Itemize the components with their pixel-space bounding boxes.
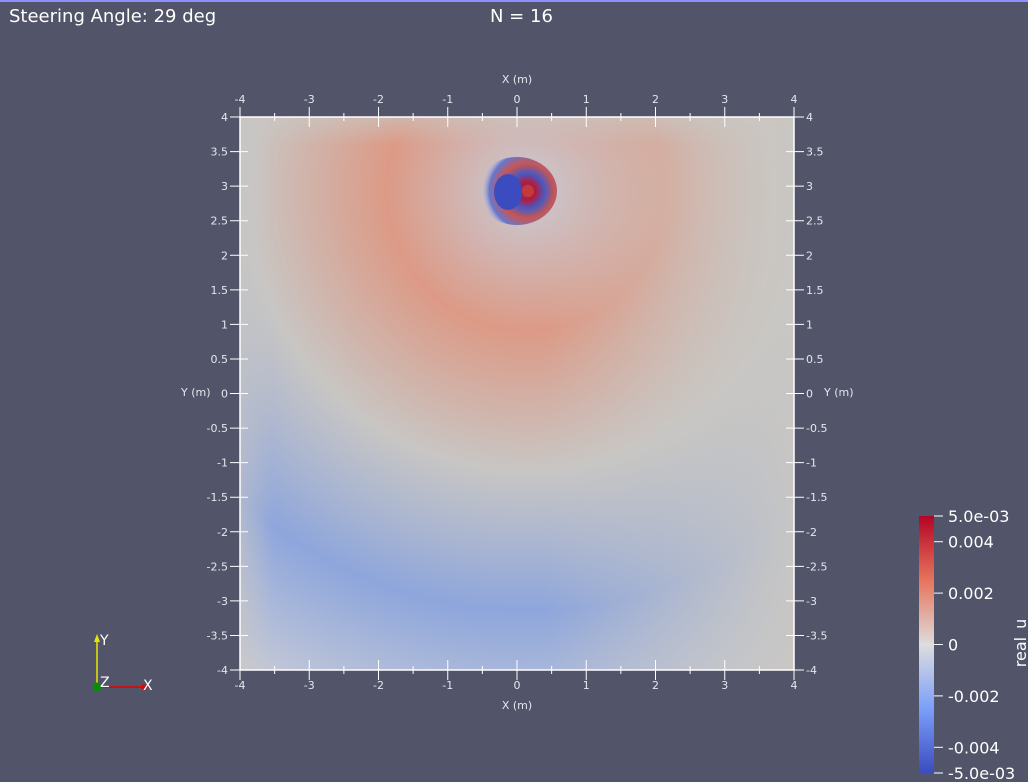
y-tick-label-right: 3 xyxy=(806,180,813,193)
y-tick-label-right: 4 xyxy=(806,111,813,124)
y-tick-label-right: -3.5 xyxy=(806,629,827,642)
x-tick-label-bottom: -1 xyxy=(442,679,453,692)
colorbar-ticks xyxy=(934,515,943,774)
triad-y-label: Y xyxy=(99,633,109,649)
x-tick-label-bottom: -3 xyxy=(304,679,315,692)
y-tick-label-left: 2 xyxy=(221,249,228,262)
x-tick-label-top: -4 xyxy=(235,93,246,106)
y-tick-label-right: -1.5 xyxy=(806,491,827,504)
y-tick-label-left: 2.5 xyxy=(211,215,229,228)
y-tick-label-left: 1 xyxy=(221,318,228,331)
x-tick-label-top: 2 xyxy=(652,93,659,106)
y-tick-label-right: 2.5 xyxy=(806,215,824,228)
x-axis-title-top: X (m) xyxy=(502,73,532,86)
x-tick-label-bottom: -2 xyxy=(373,679,384,692)
y-tick-label-right: -1 xyxy=(806,457,817,470)
y-tick-label-left: -2.5 xyxy=(207,560,228,573)
y-tick-label-right: -2.5 xyxy=(806,560,827,573)
x-tick-label-bottom: 4 xyxy=(791,679,798,692)
x-tick-label-top: -2 xyxy=(373,93,384,106)
x-tick-label-top: -1 xyxy=(442,93,453,106)
y-tick-label-left: -2 xyxy=(217,526,228,539)
colorbar-label: 0.004 xyxy=(948,533,994,552)
colorbar-label: -0.004 xyxy=(948,738,1000,757)
y-tick-label-right: 0.5 xyxy=(806,353,824,366)
colorbar-gradient xyxy=(919,516,934,773)
orientation-axes: Y Z X xyxy=(92,633,153,694)
x-axis-title-bottom: X (m) xyxy=(502,699,532,712)
x-tick-label-bottom: 1 xyxy=(583,679,590,692)
colorbar-label: -0.002 xyxy=(948,687,1000,706)
triad-x-label: X xyxy=(143,678,153,694)
y-tick-label-right: -2 xyxy=(806,526,817,539)
y-tick-label-left: 0.5 xyxy=(211,353,229,366)
y-tick-label-left: 1.5 xyxy=(211,284,229,297)
colorbar-label: 0 xyxy=(948,636,958,655)
y-tick-label-right: 3.5 xyxy=(806,146,824,159)
colorbar-labels: 5.0e-03 0.004 0.002 0 -0.002 -0.004 -5.0e-03 xyxy=(948,507,1015,782)
y-tick-label-left: -1.5 xyxy=(207,491,228,504)
colorbar-label: -5.0e-03 xyxy=(948,764,1015,782)
y-tick-label-right: 2 xyxy=(806,249,813,262)
x-tick-label-bottom: 2 xyxy=(652,679,659,692)
colorbar-label: 0.002 xyxy=(948,584,994,603)
y-tick-label-right: -4 xyxy=(806,664,817,677)
y-tick-label-right: -3 xyxy=(806,595,817,608)
y-tick-label-right: -0.5 xyxy=(806,422,827,435)
y-tick-label-right: 1 xyxy=(806,318,813,331)
x-tick-label-bottom: 0 xyxy=(514,679,521,692)
y-tick-label-left: 0 xyxy=(221,388,228,401)
y-tick-label-right: 0 xyxy=(806,388,813,401)
y-tick-label-right: 1.5 xyxy=(806,284,824,297)
x-tick-label-bottom: 3 xyxy=(721,679,728,692)
x-tick-label-top: -3 xyxy=(304,93,315,106)
x-tick-label-bottom: -4 xyxy=(235,679,246,692)
y-tick-label-left: 3 xyxy=(221,180,228,193)
y-tick-label-left: -0.5 xyxy=(207,422,228,435)
colorbar-label: 5.0e-03 xyxy=(948,507,1009,526)
y-tick-label-left: -3 xyxy=(217,595,228,608)
x-tick-label-top: 1 xyxy=(583,93,590,106)
y-tick-label-left: -1 xyxy=(217,457,228,470)
triad-z-label: Z xyxy=(100,675,110,691)
colorbar: 5.0e-03 0.004 0.002 0 -0.002 -0.004 -5.0e-03 r… xyxy=(919,507,1028,782)
y-tick-label-left: 4 xyxy=(221,111,228,124)
wave-field xyxy=(240,117,794,670)
y-tick-label-left: -3.5 xyxy=(207,629,228,642)
y-axis-title-right: Y (m) xyxy=(823,386,854,399)
x-tick-label-top: 4 xyxy=(791,93,798,106)
colorbar-title: real_u xyxy=(1011,619,1028,667)
render-viewport[interactable]: -4-4-3-3-2-2-1-100112233444 43.5 3.53 32.5 2… xyxy=(0,0,1028,782)
y-tick-label-left: 3.5 xyxy=(211,146,229,159)
x-tick-label-top: 0 xyxy=(514,93,521,106)
y-tick-label-left: -4 xyxy=(217,664,228,677)
y-axis-title-left: Y (m) xyxy=(180,386,211,399)
x-tick-label-top: 3 xyxy=(721,93,728,106)
